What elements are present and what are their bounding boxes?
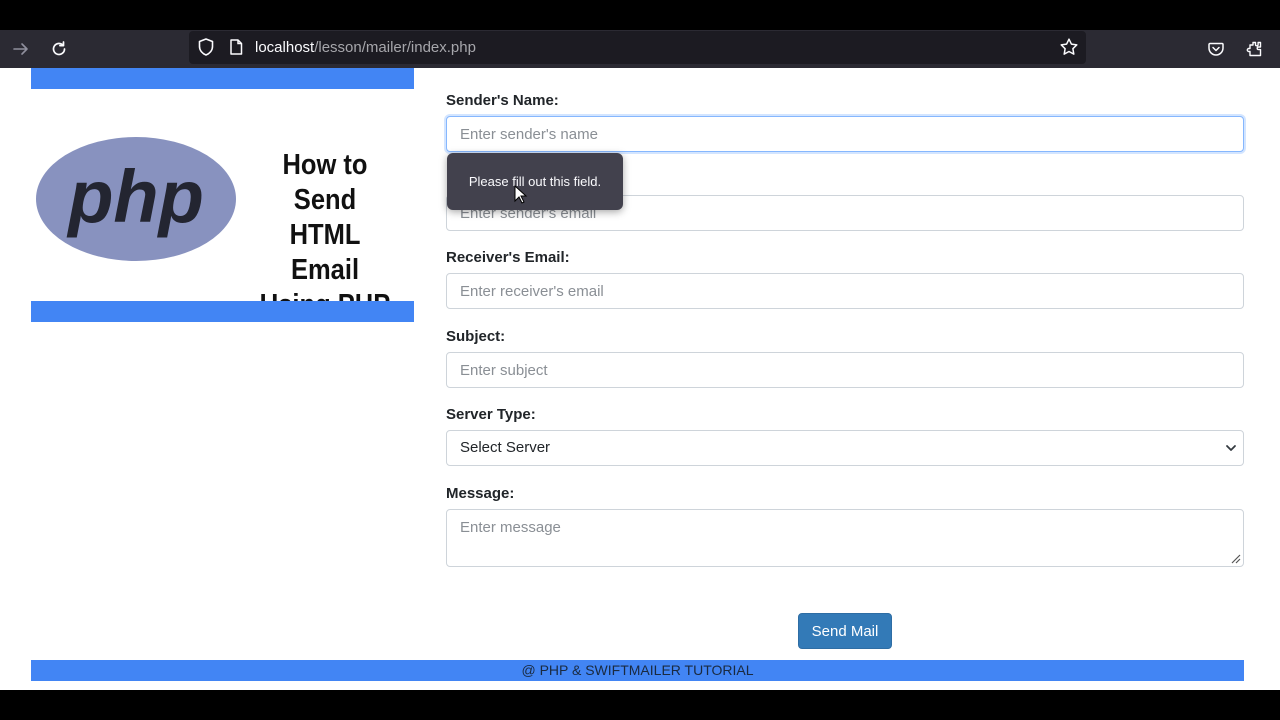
validation-tooltip: Please fill out this field. — [447, 153, 623, 210]
message-label: Message: — [446, 485, 515, 502]
server-type-select[interactable]: Select Server — [446, 430, 1244, 466]
banner-title: How to Send HTML Email Using PHP — [255, 148, 396, 323]
reload-icon[interactable] — [48, 38, 70, 60]
page-icon[interactable] — [227, 38, 245, 61]
bottom-accent-bar — [31, 301, 414, 322]
subject-input[interactable] — [446, 352, 1244, 388]
bottom-letterbox — [0, 690, 1280, 720]
tutorial-banner: php How to Send HTML Email Using PHP — [31, 128, 414, 321]
chevron-down-icon — [1226, 445, 1236, 451]
php-logo-text: php — [66, 155, 204, 238]
banner-title-line: HTML Email — [289, 219, 361, 286]
forward-icon[interactable] — [10, 38, 32, 60]
footer-text: @ PHP & SWIFTMAILER TUTORIAL — [521, 662, 754, 678]
top-letterbox — [0, 0, 1280, 30]
resize-grip-icon[interactable] — [1229, 552, 1241, 564]
bookmark-star-icon[interactable] — [1059, 37, 1079, 62]
address-bar[interactable]: localhost/lesson/mailer/index.php — [189, 31, 1086, 64]
shield-icon[interactable] — [196, 37, 216, 62]
url-text[interactable]: localhost/lesson/mailer/index.php — [255, 31, 476, 64]
url-path: /lesson/mailer/index.php — [314, 39, 476, 56]
php-logo: php — [36, 137, 236, 261]
subject-label: Subject: — [446, 328, 506, 345]
receiver-email-label: Receiver's Email: — [446, 249, 570, 266]
receiver-email-input[interactable] — [446, 273, 1244, 309]
footer-bar: @ PHP & SWIFTMAILER TUTORIAL — [31, 660, 1244, 681]
server-type-label: Server Type: — [446, 406, 536, 423]
banner-title-line: How to Send — [282, 149, 368, 216]
extensions-icon[interactable] — [1244, 38, 1266, 60]
send-mail-button[interactable]: Send Mail — [798, 613, 892, 649]
sender-name-label: Sender's Name: — [446, 92, 559, 109]
url-host: localhost — [255, 39, 315, 56]
top-accent-bar — [31, 68, 414, 89]
message-textarea[interactable] — [446, 509, 1244, 567]
server-type-selected: Select Server — [460, 439, 551, 456]
mouse-cursor-icon — [514, 185, 528, 204]
web-page: php How to Send HTML Email Using PHP Sen… — [0, 68, 1280, 690]
pocket-icon[interactable] — [1205, 38, 1227, 60]
sender-name-input[interactable] — [446, 116, 1244, 152]
message-field-wrap — [446, 509, 1244, 567]
